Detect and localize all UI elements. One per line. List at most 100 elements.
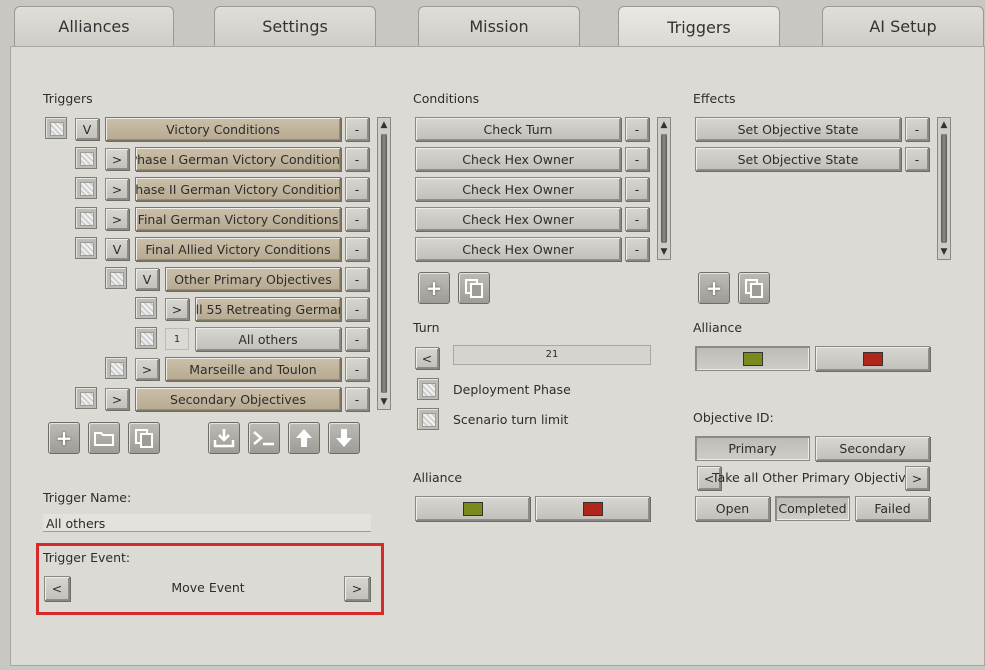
tab-triggers[interactable]: Triggers <box>618 6 780 48</box>
trigger-row-checkbox[interactable] <box>135 297 157 319</box>
effect-alliance-green-button[interactable] <box>695 346 810 371</box>
trigger-expand-button[interactable]: > <box>105 388 129 410</box>
conditions-scrollbar[interactable]: ▲ ▼ <box>657 117 671 260</box>
scroll-down-arrow-icon[interactable]: ▼ <box>658 245 670 259</box>
scroll-up-arrow-icon[interactable]: ▲ <box>378 118 390 132</box>
condition-row[interactable]: Check Hex Owner <box>415 207 621 231</box>
import-trigger-button[interactable] <box>208 422 240 454</box>
trigger-row-checkbox[interactable] <box>135 327 157 349</box>
move-down-button[interactable] <box>328 422 360 454</box>
console-button[interactable] <box>248 422 280 454</box>
trigger-row-label[interactable]: Marseille and Toulon <box>165 357 341 381</box>
add-effect-button[interactable]: + <box>698 272 730 304</box>
state-open-button[interactable]: Open <box>695 496 770 521</box>
condition-alliance-green-button[interactable] <box>415 496 530 521</box>
trigger-row-checkbox[interactable] <box>75 387 97 409</box>
trigger-row-label[interactable]: Victory Conditions <box>105 117 341 141</box>
trigger-row-checkbox[interactable] <box>105 267 127 289</box>
trigger-remove-button[interactable]: - <box>345 207 369 231</box>
effects-scrollbar[interactable]: ▲ ▼ <box>937 117 951 260</box>
trigger-expand-button[interactable]: > <box>105 178 129 200</box>
trigger-row-checkbox[interactable] <box>75 237 97 259</box>
turn-slider[interactable]: 21 <box>453 345 651 365</box>
trigger-remove-button[interactable]: - <box>345 147 369 171</box>
state-failed-button[interactable]: Failed <box>855 496 930 521</box>
copy-trigger-button[interactable] <box>128 422 160 454</box>
trigger-remove-button[interactable]: - <box>345 237 369 261</box>
trigger-remove-button[interactable]: - <box>345 297 369 321</box>
trigger-expand-button[interactable]: V <box>105 238 129 260</box>
trigger-row-label[interactable]: Final German Victory Conditions <box>135 207 341 231</box>
trigger-remove-button[interactable]: - <box>345 117 369 141</box>
secondary-objective-button[interactable]: Secondary <box>815 436 930 461</box>
trigger-remove-button[interactable]: - <box>345 177 369 201</box>
folder-icon <box>94 432 114 446</box>
trigger-expand-button[interactable]: V <box>135 268 159 290</box>
condition-remove-button[interactable]: - <box>625 147 649 171</box>
add-condition-button[interactable]: + <box>418 272 450 304</box>
trigger-row-label[interactable]: All others <box>195 327 341 351</box>
scroll-track[interactable] <box>941 134 947 243</box>
effect-alliance-red-button[interactable] <box>815 346 930 371</box>
console-icon <box>253 431 274 446</box>
state-completed-button[interactable]: Completed <box>775 496 850 521</box>
trigger-row-label[interactable]: Phase II German Victory Conditions <box>135 177 341 201</box>
condition-remove-button[interactable]: - <box>625 177 649 201</box>
condition-remove-button[interactable]: - <box>625 237 649 261</box>
condition-row[interactable]: Check Hex Owner <box>415 237 621 261</box>
trigger-remove-button[interactable]: - <box>345 387 369 411</box>
effect-row[interactable]: Set Objective State <box>695 147 901 171</box>
trigger-expand-button[interactable]: > <box>135 358 159 380</box>
turn-prev-button[interactable]: < <box>415 347 439 369</box>
scroll-track[interactable] <box>661 134 667 243</box>
trigger-row-label[interactable]: Secondary Objectives <box>135 387 341 411</box>
trigger-name-input[interactable]: All others <box>43 514 371 532</box>
objective-next-button[interactable]: > <box>905 466 929 490</box>
trigger-row-label[interactable]: Phase I German Victory Conditions <box>135 147 341 171</box>
condition-remove-button[interactable]: - <box>625 117 649 141</box>
scroll-up-arrow-icon[interactable]: ▲ <box>938 118 950 132</box>
trigger-expand-button[interactable]: V <box>75 118 99 140</box>
tab-alliances[interactable]: Alliances <box>14 6 174 46</box>
trigger-row-label[interactable]: Other Primary Objectives <box>165 267 341 291</box>
trigger-row-checkbox[interactable] <box>45 117 67 139</box>
condition-alliance-red-button[interactable] <box>535 496 650 521</box>
condition-row[interactable]: Check Hex Owner <box>415 147 621 171</box>
copy-condition-button[interactable] <box>458 272 490 304</box>
tab-settings[interactable]: Settings <box>214 6 376 46</box>
trigger-row-label[interactable]: Kill 55 Retreating Germans <box>195 297 341 321</box>
tab-ai-setup[interactable]: AI Setup <box>822 6 984 46</box>
alliance-swatch-red <box>582 501 603 516</box>
trigger-row-checkbox[interactable] <box>75 147 97 169</box>
deployment-phase-checkbox[interactable] <box>417 378 439 400</box>
scroll-down-arrow-icon[interactable]: ▼ <box>938 245 950 259</box>
effect-remove-button[interactable]: - <box>905 117 929 141</box>
copy-effect-button[interactable] <box>738 272 770 304</box>
condition-row[interactable]: Check Turn <box>415 117 621 141</box>
effect-remove-button[interactable]: - <box>905 147 929 171</box>
trigger-row-checkbox[interactable] <box>75 207 97 229</box>
scroll-track[interactable] <box>381 134 387 393</box>
trigger-row-label[interactable]: Final Allied Victory Conditions <box>135 237 341 261</box>
condition-remove-button[interactable]: - <box>625 207 649 231</box>
tab-mission[interactable]: Mission <box>418 6 580 46</box>
condition-row[interactable]: Check Hex Owner <box>415 177 621 201</box>
trigger-row-checkbox[interactable] <box>75 177 97 199</box>
add-folder-button[interactable] <box>88 422 120 454</box>
scroll-up-arrow-icon[interactable]: ▲ <box>658 118 670 132</box>
scenario-turn-limit-checkbox[interactable] <box>417 408 439 430</box>
primary-objective-button[interactable]: Primary <box>695 436 810 461</box>
trigger-expand-button[interactable]: > <box>105 148 129 170</box>
scroll-down-arrow-icon[interactable]: ▼ <box>378 395 390 409</box>
trigger-row-checkbox[interactable] <box>105 357 127 379</box>
trigger-remove-button[interactable]: - <box>345 267 369 291</box>
triggers-scrollbar[interactable]: ▲ ▼ <box>377 117 391 410</box>
add-trigger-button[interactable]: + <box>48 422 80 454</box>
trigger-expand-button[interactable]: > <box>105 208 129 230</box>
move-up-button[interactable] <box>288 422 320 454</box>
trigger-expand-button[interactable]: > <box>165 298 189 320</box>
trigger-remove-button[interactable]: - <box>345 357 369 381</box>
effect-row[interactable]: Set Objective State <box>695 117 901 141</box>
trigger-remove-button[interactable]: - <box>345 327 369 351</box>
copy-icon <box>745 279 763 298</box>
